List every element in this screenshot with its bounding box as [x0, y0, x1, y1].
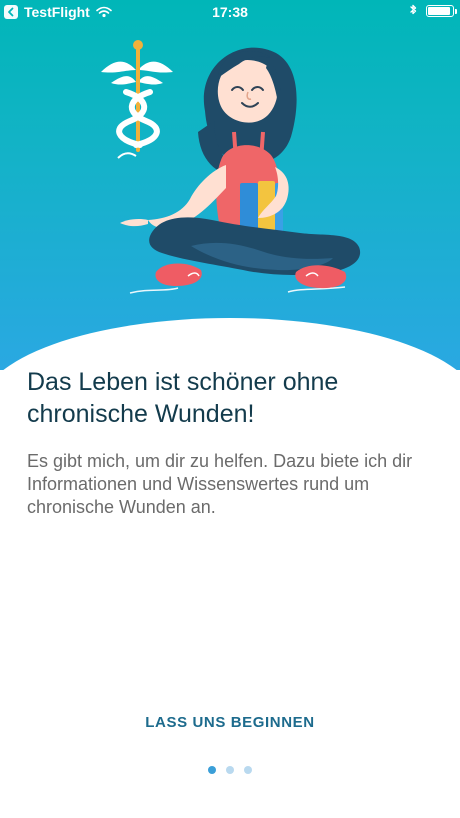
get-started-button[interactable]: LASS UNS BEGINNEN: [0, 712, 460, 734]
status-time: 17:38: [212, 4, 248, 20]
status-right: [408, 4, 457, 18]
headline: Das Leben ist schöner ohne chronische Wu…: [27, 368, 339, 428]
caduceus-icon: [101, 40, 173, 152]
battery-icon: [426, 5, 457, 17]
bluetooth-icon: [410, 4, 417, 15]
hero-section: TestFlight 17:38: [0, 0, 460, 370]
status-bar: TestFlight 17:38: [0, 0, 460, 26]
page-indicator: [0, 766, 460, 774]
page-indicator-dot-2[interactable]: [226, 766, 234, 774]
onboarding-content: Das Leben ist schöner ohne chronische Wu…: [27, 366, 437, 519]
body-text: Es gibt mich, um dir zu helfen. Dazu bie…: [27, 451, 413, 517]
onboarding-illustration: [101, 40, 361, 294]
page-indicator-dot-3[interactable]: [244, 766, 252, 774]
battery-fill: [428, 7, 450, 15]
onboarding-screen: TestFlight 17:38 Das Leben ist schöner o…: [0, 0, 460, 818]
page-indicator-dot-1[interactable]: [208, 766, 216, 774]
